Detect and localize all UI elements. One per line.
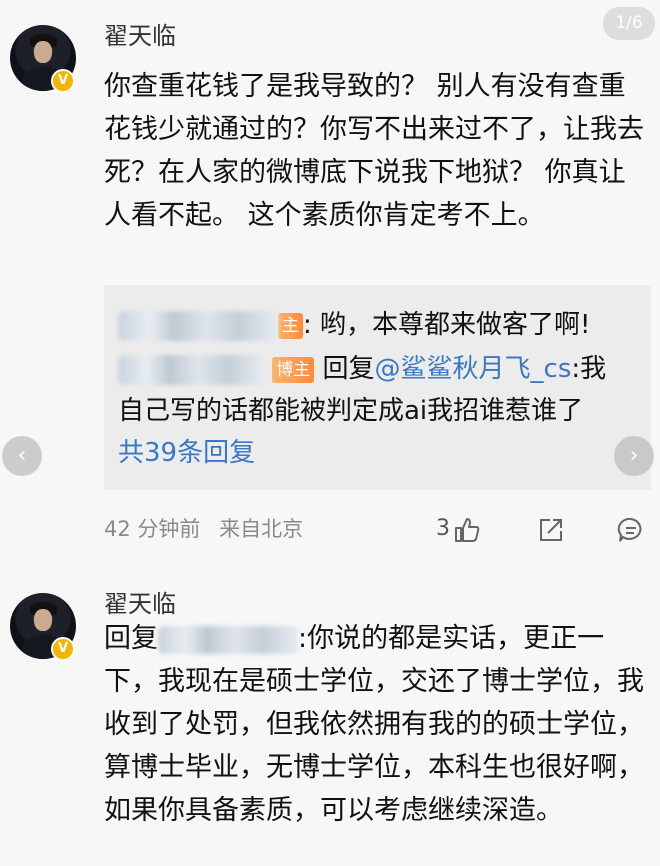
author-tag: 主 bbox=[278, 312, 303, 339]
reply-prefix: 回复 bbox=[322, 354, 375, 384]
next-image-button[interactable]: › bbox=[614, 436, 654, 476]
like-count: 3 bbox=[436, 516, 450, 541]
username[interactable]: 翟天临 bbox=[104, 18, 176, 54]
share-icon[interactable] bbox=[536, 515, 566, 549]
reply-item: 博主 回复@鲨鲨秋月飞_cs:我 bbox=[118, 349, 606, 389]
comment-text: 回复:你说的都是实话，更正一下，我现在是硕士学位，交还了博士学位，我收到了处罚，… bbox=[104, 617, 644, 832]
thumbs-up-icon[interactable] bbox=[452, 515, 482, 549]
reply-prefix: 回复 bbox=[104, 623, 158, 654]
comment-text: 你查重花钱了是我导致的？ 别人有没有查重花钱少就通过的？你写不出来过不了，让我去… bbox=[104, 71, 644, 231]
verified-badge-icon: V bbox=[51, 69, 75, 93]
reply-text-line1: :我 bbox=[571, 354, 607, 384]
verified-badge-icon: V bbox=[51, 637, 75, 661]
timestamp: 42 分钟前 bbox=[104, 517, 201, 541]
comment-meta: 42 分钟前 来自北京 bbox=[104, 512, 303, 546]
blurred-username bbox=[158, 625, 298, 654]
reply-item: 主: 哟，本尊都来做客了啊! bbox=[118, 305, 590, 345]
mention-link[interactable]: @鲨鲨秋月飞_cs bbox=[375, 354, 572, 384]
reply-text-continuation: 自己写的话都能被判定成ai我招谁惹谁了 bbox=[118, 396, 584, 426]
comment-icon[interactable] bbox=[616, 515, 646, 549]
author-tag: 博主 bbox=[272, 356, 315, 383]
page-indicator: 1/6 bbox=[603, 7, 655, 40]
weibo-comment-screenshot: 1/6 V 翟天临 你查重花钱了是我导致的？ 别人有没有查重花钱少就通过的？你写… bbox=[0, 0, 660, 866]
more-replies-link[interactable]: 共39条回复 bbox=[118, 433, 255, 473]
reply-thread[interactable]: 主: 哟，本尊都来做客了啊! 博主 回复@鲨鲨秋月飞_cs:我 自己写的话都能被… bbox=[104, 285, 651, 490]
previous-image-button[interactable]: ‹ bbox=[2, 436, 42, 476]
blurred-username bbox=[118, 354, 264, 385]
blurred-username bbox=[118, 310, 278, 341]
location-source: 来自北京 bbox=[219, 517, 304, 541]
reply-text: : 哟，本尊都来做客了啊! bbox=[303, 310, 591, 340]
